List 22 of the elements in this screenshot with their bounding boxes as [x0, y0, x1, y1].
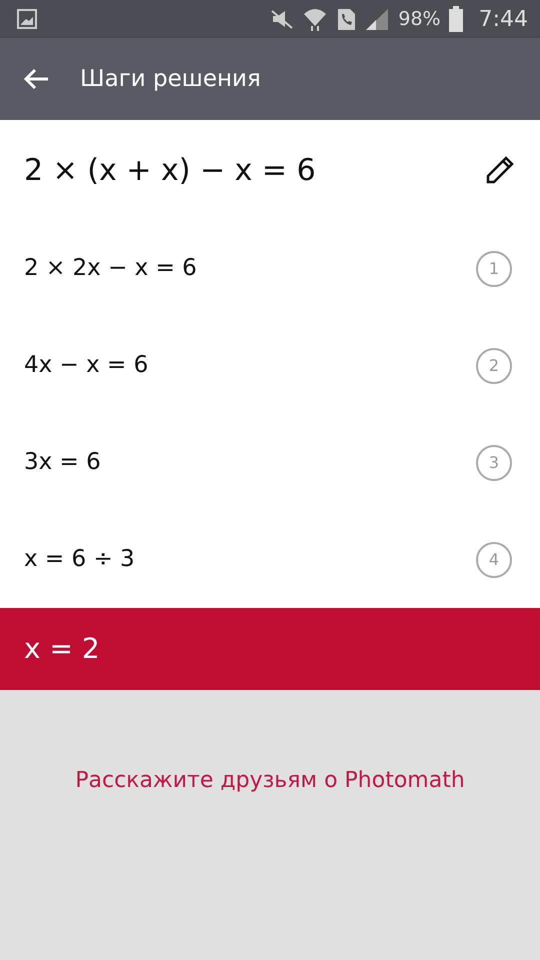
phone-icon	[336, 7, 356, 31]
step-expression: 3x = 6	[24, 448, 101, 478]
step-expression: 2 × 2x − x = 6	[24, 254, 197, 284]
step-expression: 4x − x = 6	[24, 351, 148, 380]
wifi-icon	[302, 6, 328, 32]
step-number: 4	[476, 542, 512, 578]
step-number: 2	[476, 348, 512, 384]
step-expression: x = 6 ÷ 3	[24, 545, 135, 574]
solution-result: x = 2	[24, 631, 100, 667]
image-icon	[16, 8, 38, 30]
math-expression: 2 × (x + x) − x = 6	[24, 152, 316, 190]
battery-icon	[448, 6, 463, 32]
battery-level: 98%	[398, 6, 441, 32]
back-button[interactable]	[22, 67, 50, 91]
share-link[interactable]: Расскажите друзьям о Photomath	[75, 764, 465, 797]
mute-icon	[270, 8, 294, 30]
edit-button[interactable]	[484, 154, 516, 186]
signal-icon	[364, 7, 390, 31]
step-number: 3	[476, 444, 512, 480]
clock: 7:44	[478, 6, 528, 34]
screen-title: Шаги решения	[80, 64, 261, 94]
step-number: 1	[476, 250, 512, 286]
